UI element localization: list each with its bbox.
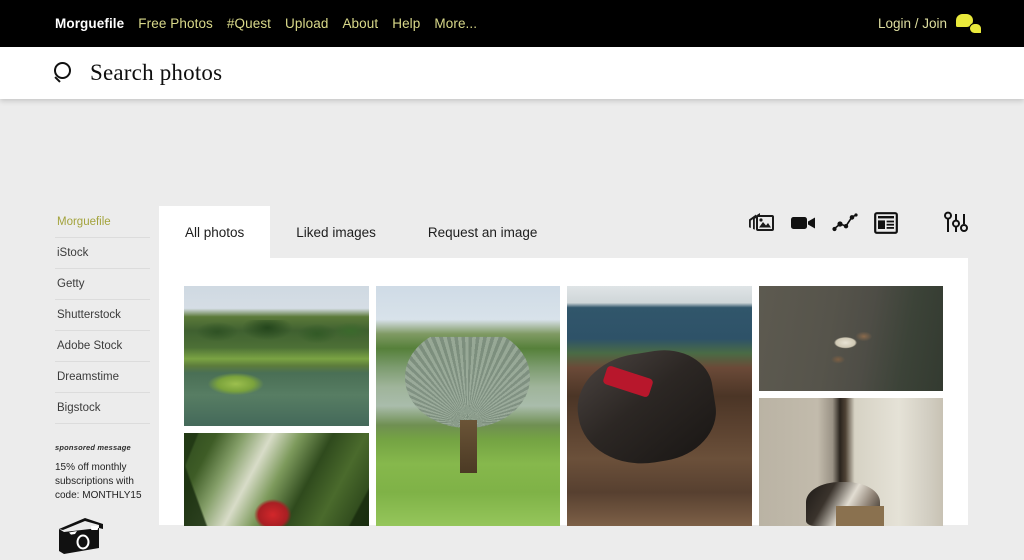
sidebar-item-shutterstock[interactable]: Shutterstock	[55, 300, 150, 331]
tab-request-an-image[interactable]: Request an image	[402, 206, 564, 258]
tab-liked-images[interactable]: Liked images	[270, 206, 402, 258]
photo-column-1	[184, 286, 369, 526]
sliders-filter-icon[interactable]	[944, 211, 968, 240]
search-group	[54, 60, 610, 86]
photo-column-2	[375, 286, 560, 526]
media-type-toolbar	[748, 211, 968, 240]
nav-link-upload[interactable]: Upload	[285, 16, 328, 31]
search-header	[0, 47, 1024, 99]
sponsored-text: 15% off monthly subscriptions with code:…	[55, 462, 142, 501]
photo-column-4	[758, 286, 943, 526]
graph-icon[interactable]	[832, 212, 858, 239]
camera-icon[interactable]	[55, 515, 107, 555]
nav-link-more[interactable]: More...	[434, 16, 477, 31]
sidebar-item-bigstock[interactable]: Bigstock	[55, 393, 150, 424]
photo-crab-on-sand[interactable]	[758, 286, 943, 391]
nav-link-quest[interactable]: #Quest	[227, 16, 271, 31]
chat-bubbles-icon[interactable]	[956, 13, 982, 34]
photos-icon[interactable]	[748, 212, 774, 239]
login-join-button[interactable]: Login / Join	[878, 16, 947, 31]
video-camera-icon[interactable]	[790, 213, 816, 238]
photo-dog-by-wall[interactable]	[758, 398, 943, 526]
article-layout-icon[interactable]	[874, 212, 898, 239]
search-icon[interactable]	[54, 62, 76, 84]
photo-column-3	[567, 286, 752, 526]
gallery-tabs: All photos Liked images Request an image	[159, 206, 563, 258]
sidebar-item-adobe-stock[interactable]: Adobe Stock	[55, 331, 150, 362]
search-input[interactable]	[90, 60, 610, 86]
nav-link-morguefile[interactable]: Morguefile	[55, 16, 124, 31]
gallery-card	[159, 258, 968, 526]
photo-fan-palm[interactable]	[375, 286, 560, 526]
page-body: Morguefile iStock Getty Shutterstock Ado…	[0, 99, 1024, 554]
nav-link-about[interactable]: About	[342, 16, 378, 31]
sponsored-message: sponsored message 15% off monthly subscr…	[55, 443, 150, 555]
photo-pond-jungle[interactable]	[184, 286, 369, 426]
nav-links: Morguefile Free Photos #Quest Upload Abo…	[55, 16, 477, 31]
top-navigation-bar: Morguefile Free Photos #Quest Upload Abo…	[0, 0, 1024, 47]
sidebar-item-getty[interactable]: Getty	[55, 269, 150, 300]
source-sidebar: Morguefile iStock Getty Shutterstock Ado…	[55, 207, 150, 555]
photo-pig-in-mud[interactable]	[567, 286, 752, 526]
photo-red-torch-ginger[interactable]	[184, 433, 369, 526]
sidebar-item-istock[interactable]: iStock	[55, 238, 150, 269]
sidebar-item-dreamstime[interactable]: Dreamstime	[55, 362, 150, 393]
nav-link-free-photos[interactable]: Free Photos	[138, 16, 213, 31]
nav-link-help[interactable]: Help	[392, 16, 420, 31]
account-area: Login / Join	[878, 0, 982, 47]
photo-grid	[184, 286, 943, 526]
sidebar-item-morguefile[interactable]: Morguefile	[55, 207, 150, 238]
sponsored-label: sponsored message	[55, 443, 131, 452]
tab-all-photos[interactable]: All photos	[159, 206, 271, 258]
